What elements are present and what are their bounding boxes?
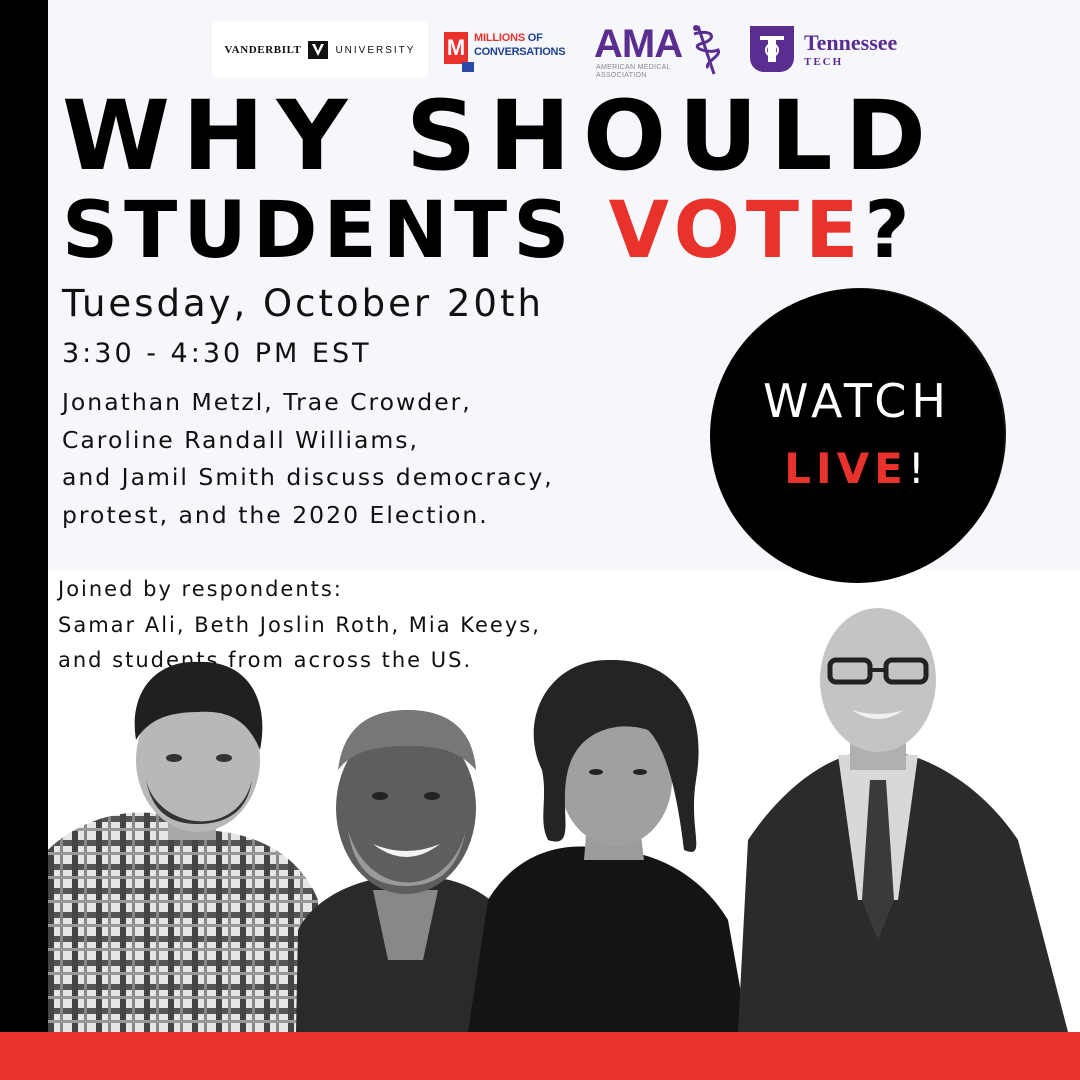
ama-logo: AMA AMERICAN MEDICAL ASSOCIATION bbox=[594, 22, 734, 82]
description-line: Caroline Randall Williams, bbox=[62, 425, 420, 454]
speaker-photos bbox=[48, 600, 1080, 1032]
event-description: Jonathan Metzl, Trae Crowder, Caroline R… bbox=[62, 384, 722, 534]
live-exclaim: ! bbox=[907, 443, 930, 493]
speaker-photo-3 bbox=[468, 659, 748, 1032]
ama-subtitle: AMERICAN MEDICAL ASSOCIATION bbox=[596, 64, 671, 79]
vanderbilt-v-icon bbox=[308, 41, 329, 59]
speech-bubble-icon bbox=[462, 62, 474, 72]
millions-of-conversations-logo: M MILLIONS OF CONVERSATIONS bbox=[444, 28, 580, 76]
headline-students: STUDENTS bbox=[62, 186, 609, 276]
university-word: UNIVERSITY bbox=[335, 44, 416, 56]
event-time: 3:30 - 4:30 PM EST bbox=[62, 338, 372, 369]
tech-word: TECH bbox=[804, 56, 844, 68]
event-date: Tuesday, October 20th bbox=[62, 282, 544, 325]
headline-line-2: STUDENTS VOTE? bbox=[62, 190, 1072, 272]
watch-live-badge[interactable]: WATCH LIVE! bbox=[712, 291, 1002, 581]
description-line: and Jamil Smith discuss democracy, bbox=[62, 463, 554, 491]
left-black-bar bbox=[0, 0, 48, 1080]
description-line: Jonathan Metzl, Trae Crowder, bbox=[62, 388, 472, 416]
moc-millions: MILLIONS bbox=[474, 32, 525, 44]
moc-conversations: CONVERSATIONS bbox=[474, 46, 566, 58]
bottom-red-bar bbox=[0, 1032, 1080, 1080]
headline-vote: VOTE bbox=[608, 186, 865, 276]
live-text: LIVE bbox=[784, 443, 908, 493]
tennessee-word: Tennessee bbox=[804, 30, 898, 55]
headline-question-mark: ? bbox=[864, 186, 916, 276]
speaker-photo-1 bbox=[48, 661, 323, 1032]
moc-m-badge: M bbox=[444, 32, 468, 64]
headline: WHY SHOULD STUDENTS VOTE? bbox=[62, 86, 1072, 272]
vanderbilt-word: VANDERBILT bbox=[224, 44, 302, 56]
watch-text: WATCH bbox=[763, 373, 951, 428]
speaker-photo-4 bbox=[738, 608, 1068, 1032]
tennessee-tech-logo: Tennessee TECH bbox=[750, 24, 940, 80]
moc-of: OF bbox=[524, 32, 543, 44]
headline-line-1: WHY SHOULD bbox=[62, 80, 939, 192]
ama-word: AMA bbox=[594, 22, 683, 66]
live-text-line: LIVE! bbox=[784, 444, 929, 493]
vanderbilt-logo: VANDERBILT UNIVERSITY bbox=[212, 22, 428, 78]
description-line: protest, and the 2020 Election. bbox=[62, 500, 489, 529]
tennessee-tech-shield-icon bbox=[750, 26, 794, 72]
caduceus-icon bbox=[693, 25, 721, 75]
